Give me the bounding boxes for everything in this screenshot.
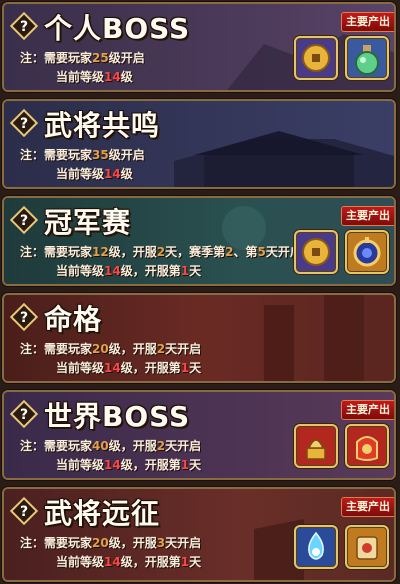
main-output-tag: 主要产出 [341,12,394,32]
requirement-line: 注：需要玩家12级，开服2天，赛季第2、第5天开启 [20,245,302,259]
current-status-line: 当前等级14级，开服第1天 [56,458,202,472]
potion-icon [355,45,379,75]
blue-flame-icon [308,531,324,560]
help-question-icon[interactable]: ? [10,12,38,40]
requirement-line: 注：需要玩家25级开启 [20,51,145,65]
svg-text:?: ? [20,116,28,132]
reward-item-blue-flame[interactable] [294,525,338,569]
red-bag-icon [356,436,378,461]
svg-text:?: ? [20,213,28,229]
activity-list: ? 个人BOSS 注：需要玩家25级开启 当前等级14级 主要产出 ? 武将共鸣… [0,0,400,584]
svg-text:?: ? [20,407,28,423]
help-question-icon[interactable]: ? [10,497,38,525]
activity-card-champion-match[interactable]: ? 冠军赛 注：需要玩家12级，开服2天，赛季第2、第5天开启 当前等级14级，… [2,196,396,286]
activity-card-world-boss[interactable]: ? 世界BOSS 注：需要玩家40级，开服2天开启 当前等级14级，开服第1天 … [2,390,396,480]
reward-item-golden-seal[interactable] [294,424,338,468]
help-question-icon[interactable]: ? [10,206,38,234]
requirement-line: 注：需要玩家20级，开服3天开启 [20,536,202,550]
main-output-tag: 主要产出 [341,497,394,517]
card-title: 命格 [44,303,103,336]
card-title: 个人BOSS [44,12,191,45]
golden-seal-icon [306,439,326,460]
card-title: 冠军赛 [44,206,132,239]
activity-card-destiny[interactable]: ? 命格 注：需要玩家20级，开服2天开启 当前等级14级，开服第1天 [2,293,396,383]
coin-icon [302,44,330,72]
requirement-line: 注：需要玩家20级，开服2天开启 [20,342,202,356]
reward-item-potion[interactable] [345,36,389,80]
activity-card-general-expedition[interactable]: ? 武将远征 注：需要玩家20级，开服3天开启 当前等级14级，开服第1天 主要… [2,487,396,582]
reward-item-coin[interactable] [294,230,338,274]
current-status-line: 当前等级14级 [56,70,133,84]
card-title: 武将共鸣 [44,109,161,142]
activity-card-general-resonance[interactable]: ? 武将共鸣 注：需要玩家35级开启 当前等级14级 [2,99,396,189]
activity-card-personal-boss[interactable]: ? 个人BOSS 注：需要玩家25级开启 当前等级14级 主要产出 [2,2,396,92]
svg-text:?: ? [20,504,28,520]
current-status-line: 当前等级14级，开服第1天 [56,361,202,375]
scroll-icon [356,536,378,560]
help-question-icon[interactable]: ? [10,400,38,428]
card-title: 武将远征 [44,497,161,530]
svg-text:?: ? [20,19,28,35]
amulet-icon [353,237,381,267]
reward-item-red-bag[interactable] [345,424,389,468]
requirement-line: 注：需要玩家40级，开服2天开启 [20,439,202,453]
reward-item-coin[interactable] [294,36,338,80]
svg-text:?: ? [20,310,28,326]
coin-icon [302,238,330,266]
help-question-icon[interactable]: ? [10,109,38,137]
help-question-icon[interactable]: ? [10,303,38,331]
requirement-line: 注：需要玩家35级开启 [20,148,145,162]
card-title: 世界BOSS [44,400,191,433]
current-status-line: 当前等级14级，开服第1天 [56,264,202,278]
current-status-line: 当前等级14级，开服第1天 [56,555,202,569]
main-output-tag: 主要产出 [341,206,394,226]
current-status-line: 当前等级14级 [56,167,133,181]
reward-item-scroll[interactable] [345,525,389,569]
main-output-tag: 主要产出 [341,400,394,420]
reward-item-amulet[interactable] [345,230,389,274]
